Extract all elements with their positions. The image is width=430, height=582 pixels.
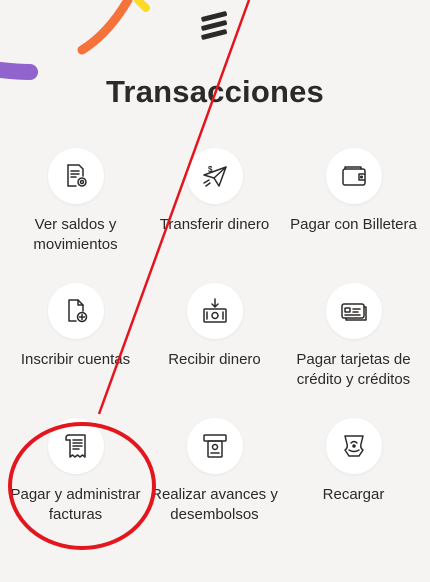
- icon-circle: [325, 283, 382, 339]
- icon-circle: [47, 148, 104, 204]
- icon-circle: [47, 283, 104, 339]
- tile-transferir-dinero[interactable]: $ Transferir dinero: [145, 148, 284, 283]
- document-search-icon: [66, 164, 87, 187]
- icon-circle: [186, 283, 243, 339]
- svg-text:$: $: [208, 165, 213, 174]
- tile-avances-desembolsos[interactable]: Realizar avances y desembolsos: [145, 418, 284, 553]
- wallet-icon: [341, 166, 366, 186]
- credit-card-icon: [340, 303, 367, 321]
- tile-label: Realizar avances y desembolsos: [151, 486, 278, 523]
- atm-cash-icon: [202, 434, 227, 458]
- tile-pagar-billetera[interactable]: Pagar con Billetera: [284, 148, 423, 283]
- mobile-recharge-icon: [343, 435, 364, 457]
- icon-circle: [325, 418, 382, 474]
- tile-label: Pagar con Billetera: [290, 216, 417, 233]
- icon-circle: $: [186, 148, 243, 204]
- tile-label: Recargar: [322, 486, 385, 503]
- page-title: Transacciones: [106, 74, 324, 109]
- tile-pagar-tarjetas[interactable]: Pagar tarjetas de crédito y créditos: [284, 283, 423, 418]
- icon-circle: [325, 148, 382, 204]
- tile-label: Pagar tarjetas de crédito y créditos: [296, 351, 411, 388]
- tile-inscribir-cuentas[interactable]: Inscribir cuentas: [6, 283, 145, 418]
- icon-circle: [186, 418, 243, 474]
- receive-money-icon: [202, 298, 227, 323]
- tile-label: Pagar y administrar facturas: [10, 486, 141, 523]
- add-document-icon: [67, 299, 87, 323]
- tile-label: Transferir dinero: [159, 216, 270, 233]
- tile-recibir-dinero[interactable]: Recibir dinero: [145, 283, 284, 418]
- send-money-icon: $: [202, 165, 227, 187]
- tile-recargar[interactable]: Recargar: [284, 418, 423, 553]
- bank-logo-icon: [201, 11, 228, 40]
- tile-ver-saldos[interactable]: Ver saldos y movimientos: [6, 148, 145, 283]
- tile-label: Recibir dinero: [168, 351, 261, 368]
- tile-label: Ver saldos y movimientos: [33, 216, 118, 253]
- icon-circle: [47, 418, 104, 474]
- tile-label: Inscribir cuentas: [20, 351, 131, 368]
- transactions-screen: Transacciones Ver saldos y movimientos $…: [0, 0, 430, 582]
- transactions-grid: Ver saldos y movimientos $ Transferir di…: [6, 148, 424, 553]
- invoice-icon: [64, 434, 86, 458]
- tile-pagar-facturas[interactable]: Pagar y administrar facturas: [6, 418, 145, 553]
